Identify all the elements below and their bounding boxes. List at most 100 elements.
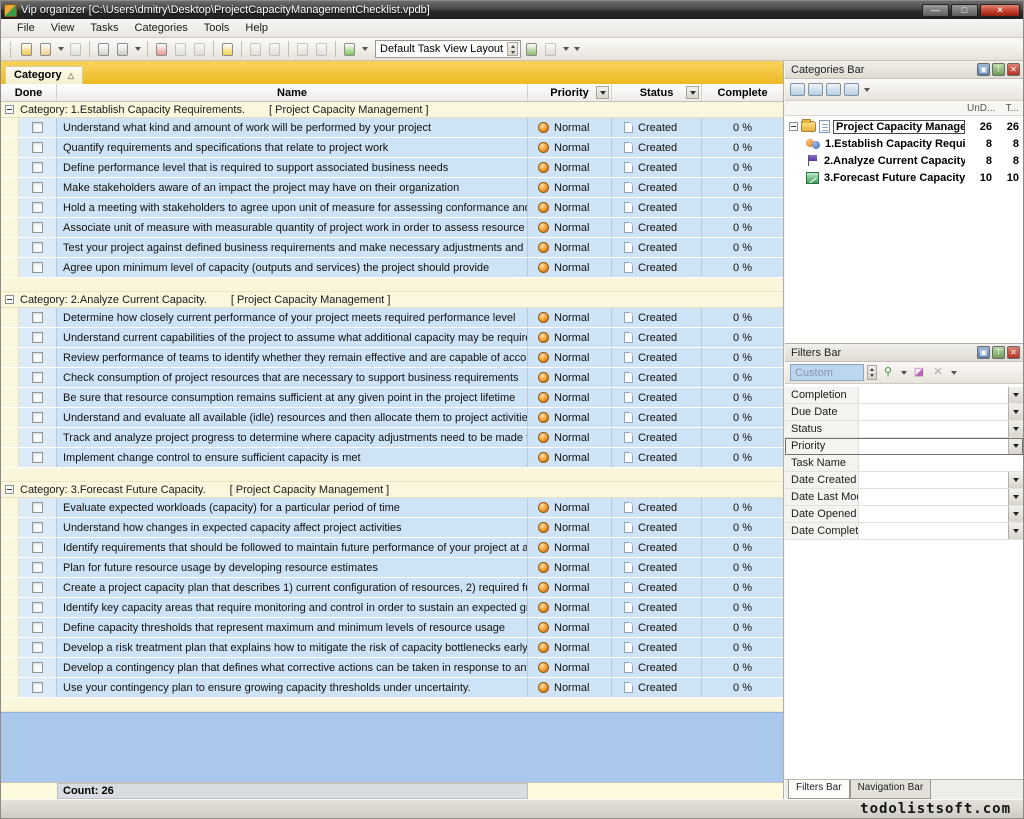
task-row[interactable]: Understand how changes in expected capac… (1, 518, 783, 538)
complete-cell[interactable]: 0 % (702, 138, 783, 157)
menu-item-tools[interactable]: Tools (196, 20, 238, 36)
priority-cell[interactable]: Normal (528, 428, 612, 447)
edit-category-icon[interactable] (826, 83, 841, 96)
duplicate-task-icon[interactable] (67, 41, 84, 58)
task-row[interactable]: Make stakeholders aware of an impact the… (1, 178, 783, 198)
new-subcategory-icon[interactable] (808, 83, 823, 96)
task-name-cell[interactable]: Track and analyze project progress to de… (57, 428, 528, 447)
complete-cell[interactable]: 0 % (702, 658, 783, 677)
category-group-row[interactable]: Category: 2.Analyze Current Capacity.[ P… (1, 292, 783, 308)
maximize-button[interactable]: □ (951, 4, 978, 17)
priority-cell[interactable]: Normal (528, 638, 612, 657)
status-cell[interactable]: Created (612, 578, 702, 597)
priority-cell[interactable]: Normal (528, 678, 612, 697)
complete-cell[interactable]: 0 % (702, 348, 783, 367)
delete-filter-icon[interactable]: ✕ (930, 365, 946, 380)
filters-toolbar-more-icon[interactable] (949, 364, 958, 381)
task-name-cell[interactable]: Quantify requirements and specifications… (57, 138, 528, 157)
layout-combobox[interactable]: Default Task View Layout (375, 40, 521, 58)
clear-filter-icon[interactable]: ◪ (911, 365, 927, 380)
filter-dropdown-icon[interactable] (1008, 489, 1023, 505)
task-name-cell[interactable]: Implement change control to ensure suffi… (57, 448, 528, 467)
task-row[interactable]: Use your contingency plan to ensure grow… (1, 678, 783, 698)
status-cell[interactable]: Created (612, 498, 702, 517)
filter-row-status[interactable]: Status (785, 421, 1023, 438)
task-name-cell[interactable]: Evaluate expected workloads (capacity) f… (57, 498, 528, 517)
priority-cell[interactable]: Normal (528, 618, 612, 637)
complete-cell[interactable]: 0 % (702, 598, 783, 617)
task-row[interactable]: Determine how closely current performanc… (1, 308, 783, 328)
move-down-icon[interactable] (266, 41, 283, 58)
status-cell[interactable]: Created (612, 678, 702, 697)
task-name-cell[interactable]: Be sure that resource consumption remain… (57, 388, 528, 407)
complete-cell[interactable]: 0 % (702, 328, 783, 347)
task-checkbox[interactable] (32, 522, 43, 533)
filter-row-priority[interactable]: Priority (785, 438, 1023, 455)
delete-category-icon[interactable] (844, 83, 859, 96)
filter-value-field[interactable] (859, 455, 1023, 471)
filter-row-date-created[interactable]: Date Created (785, 472, 1023, 489)
priority-cell[interactable]: Normal (528, 178, 612, 197)
outdent-icon[interactable] (313, 41, 330, 58)
filter-dropdown-icon[interactable] (1008, 421, 1023, 437)
filter-row-completion[interactable]: Completion (785, 387, 1023, 404)
task-row[interactable]: Understand and evaluate all available (i… (1, 408, 783, 428)
highlight-flag-icon-caret[interactable] (360, 41, 369, 58)
filter-value-field[interactable] (859, 421, 1008, 437)
status-cell[interactable]: Created (612, 308, 702, 327)
panel-close-icon[interactable]: ✕ (1007, 63, 1020, 76)
undo-icon[interactable] (191, 41, 208, 58)
task-row[interactable]: Implement change control to ensure suffi… (1, 448, 783, 468)
task-checkbox[interactable] (32, 142, 43, 153)
task-row[interactable]: Understand what kind and amount of work … (1, 118, 783, 138)
tree-category-row[interactable]: 3.Forecast Future Capacity.1010 (785, 169, 1023, 186)
filter-dropdown-icon[interactable] (1008, 438, 1023, 454)
close-button[interactable]: ✕ (980, 4, 1020, 17)
task-row[interactable]: Agree upon minimum level of capacity (ou… (1, 258, 783, 278)
complete-cell[interactable]: 0 % (702, 518, 783, 537)
status-cell[interactable]: Created (612, 368, 702, 387)
status-cell[interactable]: Created (612, 638, 702, 657)
delete-layout-icon[interactable] (542, 41, 559, 58)
priority-cell[interactable]: Normal (528, 598, 612, 617)
task-row[interactable]: Be sure that resource consumption remain… (1, 388, 783, 408)
filter-value-field[interactable] (859, 404, 1008, 420)
task-row[interactable]: Review performance of teams to identify … (1, 348, 783, 368)
menu-item-tasks[interactable]: Tasks (82, 20, 126, 36)
column-header-name[interactable]: Name (57, 84, 528, 101)
task-name-cell[interactable]: Develop a risk treatment plan that expla… (57, 638, 528, 657)
filter-value-field[interactable] (859, 472, 1008, 488)
filter-row-due-date[interactable]: Due Date (785, 404, 1023, 421)
status-cell[interactable]: Created (612, 258, 702, 277)
filter-dropdown-icon[interactable] (1008, 387, 1023, 403)
filter-preset-spinner[interactable] (867, 365, 877, 380)
print-setup-icon[interactable] (114, 41, 131, 58)
toolbar-options-icon[interactable] (572, 41, 581, 58)
complete-cell[interactable]: 0 % (702, 498, 783, 517)
status-cell[interactable]: Created (612, 658, 702, 677)
collapse-icon[interactable] (5, 485, 14, 494)
status-cell[interactable]: Created (612, 388, 702, 407)
status-cell[interactable]: Created (612, 408, 702, 427)
priority-cell[interactable]: Normal (528, 258, 612, 277)
filter-value-field[interactable] (859, 387, 1008, 403)
column-header-status[interactable]: Status (612, 84, 702, 101)
collapse-icon[interactable] (5, 295, 14, 304)
complete-cell[interactable]: 0 % (702, 558, 783, 577)
task-name-cell[interactable]: Define capacity thresholds that represen… (57, 618, 528, 637)
task-checkbox[interactable] (32, 332, 43, 343)
complete-cell[interactable]: 0 % (702, 408, 783, 427)
task-name-cell[interactable]: Make stakeholders aware of an impact the… (57, 178, 528, 197)
combobox-spinner[interactable] (507, 42, 518, 56)
priority-cell[interactable]: Normal (528, 518, 612, 537)
task-name-cell[interactable]: Understand what kind and amount of work … (57, 118, 528, 137)
priority-cell[interactable]: Normal (528, 328, 612, 347)
delete-layout-icon-caret[interactable] (561, 41, 570, 58)
task-row[interactable]: Evaluate expected workloads (capacity) f… (1, 498, 783, 518)
undone-column-header[interactable]: UnD... (967, 103, 993, 114)
task-row[interactable]: Check consumption of project resources t… (1, 368, 783, 388)
complete-cell[interactable]: 0 % (702, 428, 783, 447)
task-checkbox[interactable] (32, 682, 43, 693)
category-group-row[interactable]: Category: 3.Forecast Future Capacity.[ P… (1, 482, 783, 498)
panel-pin-icon[interactable]: ⊤ (992, 63, 1005, 76)
